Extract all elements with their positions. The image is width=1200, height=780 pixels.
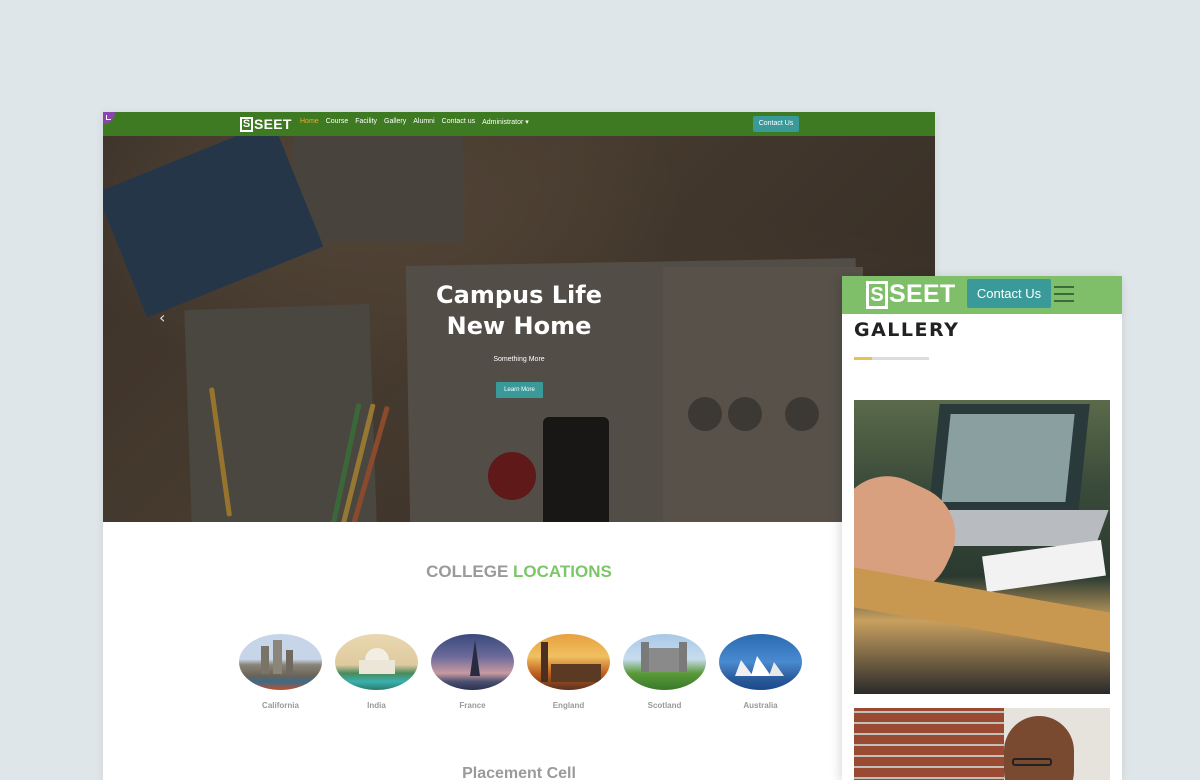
california-skyline-image xyxy=(239,634,322,690)
nav-contact-button[interactable]: Contact Us xyxy=(753,116,799,132)
mobile-navbar: S SEET Contact Us xyxy=(842,276,1122,314)
location-name: India xyxy=(367,701,386,710)
location-item[interactable]: California xyxy=(239,634,322,710)
location-name: England xyxy=(552,701,585,710)
gallery-photo-woman[interactable] xyxy=(854,708,1110,780)
location-item[interactable]: Scotland xyxy=(623,634,706,710)
locations-heading-part1: COLLEGE xyxy=(426,562,514,581)
nav-link-facility[interactable]: Facility xyxy=(355,118,377,126)
nav-links: Home Course Facility Gallery Alumni Cont… xyxy=(300,118,529,126)
nav-link-alumni[interactable]: Alumni xyxy=(413,118,434,126)
nav-link-gallery[interactable]: Gallery xyxy=(384,118,406,126)
hero-slider: ‹ Campus Life New Home Something More Le… xyxy=(103,112,935,522)
placement-cell-heading: Placement Cell xyxy=(462,765,576,780)
prev-slide-arrow-icon[interactable]: ‹ xyxy=(159,308,165,327)
mobile-logo-mark: S xyxy=(866,280,888,309)
gallery-photo-laptop[interactable] xyxy=(854,400,1110,694)
hero-title-line2: New Home xyxy=(446,312,592,340)
location-item[interactable]: Australia xyxy=(719,634,802,710)
site-logo[interactable]: S SEET xyxy=(240,115,292,133)
learn-more-button[interactable]: Learn More xyxy=(496,382,543,398)
nav-link-contact[interactable]: Contact us xyxy=(442,118,475,126)
nav-link-home[interactable]: Home xyxy=(300,118,319,126)
nav-link-course[interactable]: Course xyxy=(326,118,349,126)
big-ben-image xyxy=(527,634,610,690)
gallery-title: GALLERY xyxy=(854,319,960,341)
desktop-mockup: ‹ Campus Life New Home Something More Le… xyxy=(103,112,935,780)
hamburger-menu-icon[interactable] xyxy=(1054,286,1074,307)
taj-mahal-image xyxy=(335,634,418,690)
castle-image xyxy=(623,634,706,690)
locations-heading: COLLEGE LOCATIONS xyxy=(103,562,935,582)
location-name: France xyxy=(459,701,486,710)
locations-heading-part2: LOCATIONS xyxy=(513,562,612,581)
top-navbar: S SEET Home Course Facility Gallery Alum… xyxy=(103,112,935,136)
location-item[interactable]: India xyxy=(335,634,418,710)
mobile-mockup: S SEET Contact Us GALLERY xyxy=(842,276,1122,780)
nav-link-administrator-dropdown[interactable]: Administrator ▾ xyxy=(482,118,529,126)
hero-title-line1: Campus Life xyxy=(436,281,602,309)
mobile-contact-button[interactable]: Contact Us xyxy=(967,279,1051,308)
mobile-site-logo[interactable]: S SEET xyxy=(866,280,956,309)
locations-row: California India France England Scotland… xyxy=(239,634,802,710)
location-name: Scotland xyxy=(647,701,682,710)
title-underline xyxy=(854,357,929,360)
location-name: Australia xyxy=(743,701,778,710)
hero-title: Campus Life New Home xyxy=(419,280,619,342)
logo-text: SEET xyxy=(254,116,292,132)
logo-mark: S xyxy=(240,116,253,132)
location-name: California xyxy=(262,701,299,710)
mobile-logo-text: SEET xyxy=(889,280,956,308)
location-item[interactable]: England xyxy=(527,634,610,710)
eiffel-tower-image xyxy=(431,634,514,690)
location-item[interactable]: France xyxy=(431,634,514,710)
hero-subtitle: Something More xyxy=(493,356,545,363)
opera-house-image xyxy=(719,634,802,690)
